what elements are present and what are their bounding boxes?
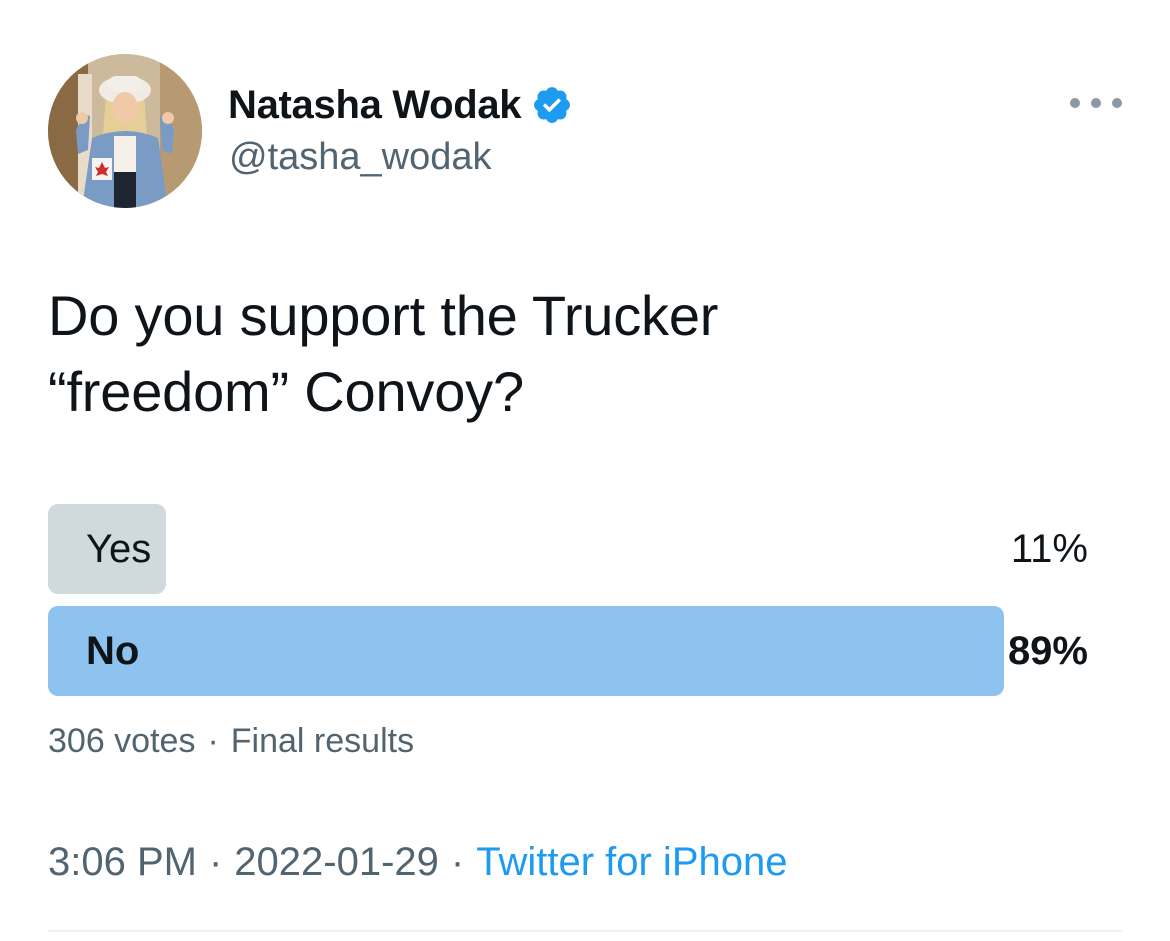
separator: · (450, 840, 465, 884)
dot-icon (1112, 98, 1122, 108)
tweet: Natasha Wodak @tasha_wodak Do you suppor… (0, 0, 1170, 941)
tweet-source-link[interactable]: Twitter for iPhone (476, 840, 787, 885)
poll-option-percent: 89% (1007, 629, 1088, 673)
display-name[interactable]: Natasha Wodak (228, 83, 522, 128)
avatar[interactable] (48, 54, 202, 208)
tweet-time[interactable]: 3:06 PM (48, 840, 197, 885)
poll-bar-no (48, 606, 1004, 696)
poll-option-label: No (86, 629, 140, 673)
poll-footer: 306 votes · Final results (48, 722, 414, 761)
poll-option-yes: Yes 11% (48, 504, 1088, 594)
author-handle[interactable]: @tasha_wodak (229, 136, 492, 179)
separator: · (207, 722, 219, 760)
poll-votes: 306 votes (48, 722, 196, 760)
avatar-photo-icon (48, 54, 202, 208)
tweet-text: Do you support the Trucker “freedom” Con… (48, 278, 1108, 430)
verified-badge-icon (531, 84, 573, 126)
poll-status: Final results (230, 722, 415, 760)
author-name-row[interactable]: Natasha Wodak (228, 80, 573, 130)
dot-icon (1091, 98, 1101, 108)
poll-option-label: Yes (86, 527, 152, 571)
separator: · (208, 840, 223, 884)
tweet-text-line: “freedom” Convoy? (48, 360, 524, 423)
more-options-icon[interactable] (1070, 90, 1122, 116)
tweet-date[interactable]: 2022-01-29 (234, 840, 439, 885)
dot-icon (1070, 98, 1080, 108)
divider (48, 930, 1122, 932)
tweet-meta: 3:06 PM · 2022-01-29 · Twitter for iPhon… (48, 840, 787, 885)
poll-option-no: No 89% (48, 606, 1088, 696)
poll-option-percent: 11% (1010, 527, 1088, 571)
tweet-text-line: Do you support the Trucker (48, 284, 719, 347)
